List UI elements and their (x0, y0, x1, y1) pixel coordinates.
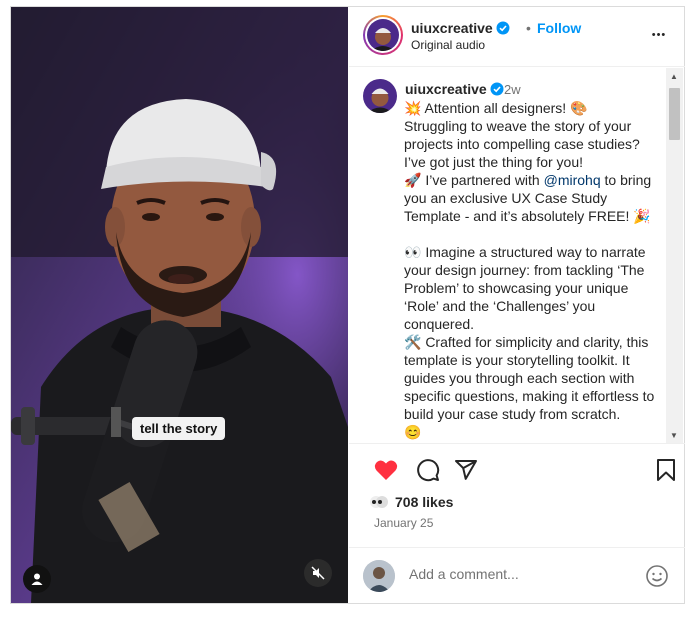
caption-username[interactable]: uiuxcreative (405, 81, 504, 97)
caption-text: 💥 Attention all designers! 🎨 Struggling … (404, 100, 655, 440)
mute-toggle-button[interactable] (304, 559, 332, 587)
scroll-down-arrow-icon[interactable]: ▼ (670, 431, 678, 440)
comment-icon (417, 459, 440, 482)
comment-input[interactable] (409, 566, 629, 582)
separator-dot: • (526, 20, 531, 36)
caption-section: uiuxcreative 2w 💥 Attention all designer… (349, 68, 685, 444)
story-ring[interactable] (363, 15, 403, 55)
current-user-avatar (363, 560, 395, 592)
author-avatar (367, 19, 399, 51)
scroll-thumb[interactable] (669, 88, 680, 140)
reel-video[interactable]: tell the story (11, 7, 348, 603)
audio-link[interactable]: Original audio (411, 38, 485, 52)
smiley-icon (646, 565, 668, 587)
scrollbar[interactable]: ▲ ▼ (666, 68, 683, 443)
post-dialog: tell the story uiuxcreative • Follow Ori… (10, 6, 685, 604)
caption-author-avatar[interactable] (363, 79, 397, 113)
likes-count[interactable]: 708 likes (395, 494, 453, 510)
save-button[interactable] (653, 457, 679, 483)
action-bar (349, 445, 685, 493)
heart-icon (374, 460, 398, 480)
share-icon (455, 460, 477, 480)
more-options-button[interactable]: ••• (647, 23, 671, 47)
more-options-icon: ••• (651, 29, 667, 41)
mention-link[interactable]: @mirohq (544, 172, 601, 188)
comment-button[interactable] (415, 457, 441, 483)
follow-button[interactable]: Follow (537, 20, 581, 36)
post-date[interactable]: January 25 (374, 516, 433, 530)
add-comment-bar (349, 547, 685, 603)
post-header: uiuxcreative • Follow Original audio ••• (349, 7, 685, 67)
video-frame (11, 7, 348, 603)
post-details-panel: uiuxcreative • Follow Original audio •••… (349, 7, 685, 603)
video-caption: tell the story (132, 417, 226, 440)
author-username[interactable]: uiuxcreative (411, 20, 510, 36)
like-button[interactable] (373, 457, 399, 483)
share-button[interactable] (453, 457, 479, 483)
likes-summary[interactable]: 708 likes (369, 493, 453, 511)
tagged-users-button[interactable] (23, 565, 51, 593)
emoji-picker-button[interactable] (645, 564, 669, 588)
verified-badge-icon (490, 82, 504, 96)
user-icon (31, 573, 43, 585)
scroll-up-arrow-icon[interactable]: ▲ (670, 72, 678, 81)
verified-badge-icon (496, 21, 510, 35)
muted-speaker-icon (311, 566, 325, 580)
bookmark-icon (657, 459, 675, 481)
liker-avatars-icon (370, 496, 388, 508)
post-time[interactable]: 2w (504, 82, 521, 97)
